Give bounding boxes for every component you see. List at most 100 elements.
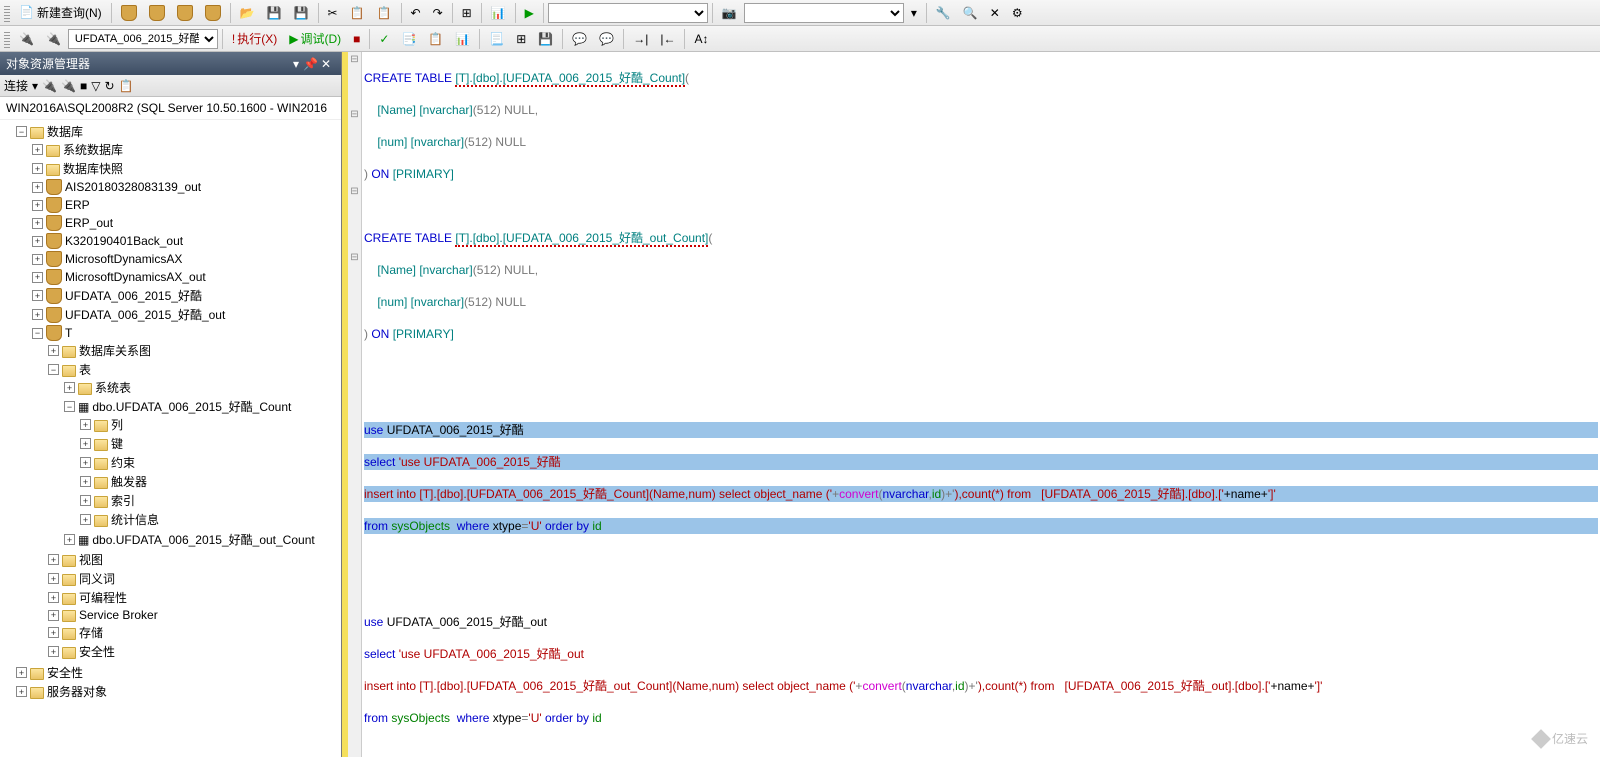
expand-icon[interactable]: +: [48, 573, 59, 584]
dd2[interactable]: [744, 3, 904, 23]
expand-icon[interactable]: +: [80, 438, 91, 449]
expand-icon[interactable]: +: [32, 272, 43, 283]
connect-label[interactable]: 连接: [4, 77, 28, 94]
expand-icon[interactable]: +: [48, 554, 59, 565]
node-prog[interactable]: +可编程性: [48, 589, 341, 606]
node-tables[interactable]: −表: [48, 361, 341, 378]
node-db7[interactable]: +UFDATA_006_2015_好酷: [32, 287, 341, 304]
close-icon[interactable]: ✕: [321, 57, 335, 71]
save-btn[interactable]: 💾: [262, 3, 287, 23]
node-snapshot[interactable]: +数据库快照: [32, 160, 341, 177]
sql-editor[interactable]: CREATE TABLE [T].[dbo].[UFDATA_006_2015_…: [362, 52, 1600, 757]
paste-btn[interactable]: 📋: [372, 3, 397, 23]
node-table2[interactable]: +▦dbo.UFDATA_006_2015_好酷_out_Count: [64, 531, 341, 548]
node-table1[interactable]: −▦dbo.UFDATA_006_2015_好酷_Count: [64, 398, 341, 415]
collapse-icon[interactable]: −: [16, 126, 27, 137]
undo-btn[interactable]: ↶: [406, 3, 426, 23]
res-grid-btn[interactable]: ⊞: [511, 29, 531, 49]
btn-db3[interactable]: [172, 3, 198, 23]
expand-icon[interactable]: +: [32, 182, 43, 193]
plan-btn[interactable]: 📑: [396, 29, 421, 49]
exp-btn2[interactable]: 🔌: [61, 79, 76, 93]
node-synonyms[interactable]: +同义词: [48, 570, 341, 587]
node-databases[interactable]: −数据库: [16, 123, 341, 140]
node-serverobj[interactable]: +服务器对象: [16, 683, 341, 700]
node-db3[interactable]: +ERP_out: [32, 215, 341, 231]
redo-btn[interactable]: ↷: [428, 3, 448, 23]
btn-db4[interactable]: [200, 3, 226, 23]
node-triggers[interactable]: +触发器: [80, 473, 341, 490]
tool-btn-4[interactable]: ⚙: [1007, 3, 1028, 23]
res-file-btn[interactable]: 💾: [533, 29, 558, 49]
expand-icon[interactable]: +: [32, 218, 43, 229]
node-indexes[interactable]: +索引: [80, 492, 341, 509]
exp-btn1[interactable]: 🔌: [42, 79, 57, 93]
collapse-icon[interactable]: −: [64, 401, 75, 412]
expand-icon[interactable]: +: [80, 457, 91, 468]
node-db1[interactable]: +AIS20180328083139_out: [32, 179, 341, 195]
node-stats[interactable]: +统计信息: [80, 511, 341, 528]
connect-btn[interactable]: 🔌: [14, 29, 39, 49]
database-dd[interactable]: UFDATA_006_2015_好酷: [68, 29, 218, 49]
execute-btn[interactable]: !执行(X): [227, 29, 282, 49]
expand-icon[interactable]: +: [16, 667, 27, 678]
dd-arrow[interactable]: ▾: [906, 3, 922, 23]
node-keys[interactable]: +键: [80, 435, 341, 452]
expand-icon[interactable]: +: [32, 144, 43, 155]
dd1[interactable]: [548, 3, 708, 23]
collapse-icon[interactable]: −: [48, 364, 59, 375]
expand-icon[interactable]: +: [64, 382, 75, 393]
expand-icon[interactable]: +: [32, 163, 43, 174]
expand-icon[interactable]: +: [32, 254, 43, 265]
play-btn[interactable]: ▶: [520, 3, 539, 23]
expand-icon[interactable]: +: [80, 495, 91, 506]
node-sysdb[interactable]: +系统数据库: [32, 141, 341, 158]
collapse-icon[interactable]: −: [32, 328, 43, 339]
node-db-t[interactable]: −T: [32, 325, 341, 341]
saveall-btn[interactable]: 💾: [289, 3, 314, 23]
node-views[interactable]: +视图: [48, 551, 341, 568]
expand-icon[interactable]: +: [48, 345, 59, 356]
fold-gutter[interactable]: ⊟⊟⊟⊟: [348, 52, 362, 757]
expand-btn[interactable]: ⊞: [457, 3, 477, 23]
tool-btn-2[interactable]: 🔍: [958, 3, 983, 23]
pin-icon[interactable]: 📌: [303, 57, 317, 71]
node-storage[interactable]: +存储: [48, 624, 341, 641]
expand-icon[interactable]: +: [48, 646, 59, 657]
node-constraints[interactable]: +约束: [80, 454, 341, 471]
expand-icon[interactable]: +: [48, 592, 59, 603]
node-cols[interactable]: +列: [80, 416, 341, 433]
parse-btn[interactable]: ✓: [374, 29, 394, 49]
dropdown-icon[interactable]: ▾: [293, 57, 299, 71]
stats-btn[interactable]: 📊: [450, 29, 475, 49]
sqlcmd-btn[interactable]: A↕: [689, 29, 713, 49]
expand-icon[interactable]: +: [48, 627, 59, 638]
node-db2[interactable]: +ERP: [32, 197, 341, 213]
disconnect-btn[interactable]: 🔌: [41, 29, 66, 49]
exp-filter-btn[interactable]: ▽: [91, 79, 100, 93]
node-securitydb[interactable]: +安全性: [48, 643, 341, 660]
node-systables[interactable]: +系统表: [64, 379, 341, 396]
expand-icon[interactable]: +: [32, 236, 43, 247]
node-db4[interactable]: +K320190401Back_out: [32, 233, 341, 249]
expand-icon[interactable]: +: [32, 290, 43, 301]
opts-btn[interactable]: 📋: [423, 29, 448, 49]
btn-db2[interactable]: [144, 3, 170, 23]
tool-btn-1[interactable]: 🔧: [931, 3, 956, 23]
uncomment-btn[interactable]: 💬: [594, 29, 619, 49]
expand-icon[interactable]: +: [80, 476, 91, 487]
expand-icon[interactable]: +: [80, 419, 91, 430]
exp-refresh-btn[interactable]: ↻: [104, 79, 114, 93]
outdent-btn[interactable]: |←: [655, 29, 680, 49]
activity-btn[interactable]: 📊: [486, 3, 511, 23]
node-diagrams[interactable]: +数据库关系图: [48, 342, 341, 359]
exp-btn6[interactable]: 📋: [119, 79, 134, 93]
node-sb[interactable]: +Service Broker: [48, 608, 341, 622]
exp-btn3[interactable]: ■: [80, 79, 87, 93]
stop-btn[interactable]: ■: [348, 29, 365, 49]
debug-btn[interactable]: ▶调试(D): [284, 29, 346, 49]
expand-icon[interactable]: +: [48, 610, 59, 621]
cut-btn[interactable]: ✂: [323, 3, 343, 23]
expand-icon[interactable]: +: [80, 514, 91, 525]
copy-btn[interactable]: 📋: [345, 3, 370, 23]
